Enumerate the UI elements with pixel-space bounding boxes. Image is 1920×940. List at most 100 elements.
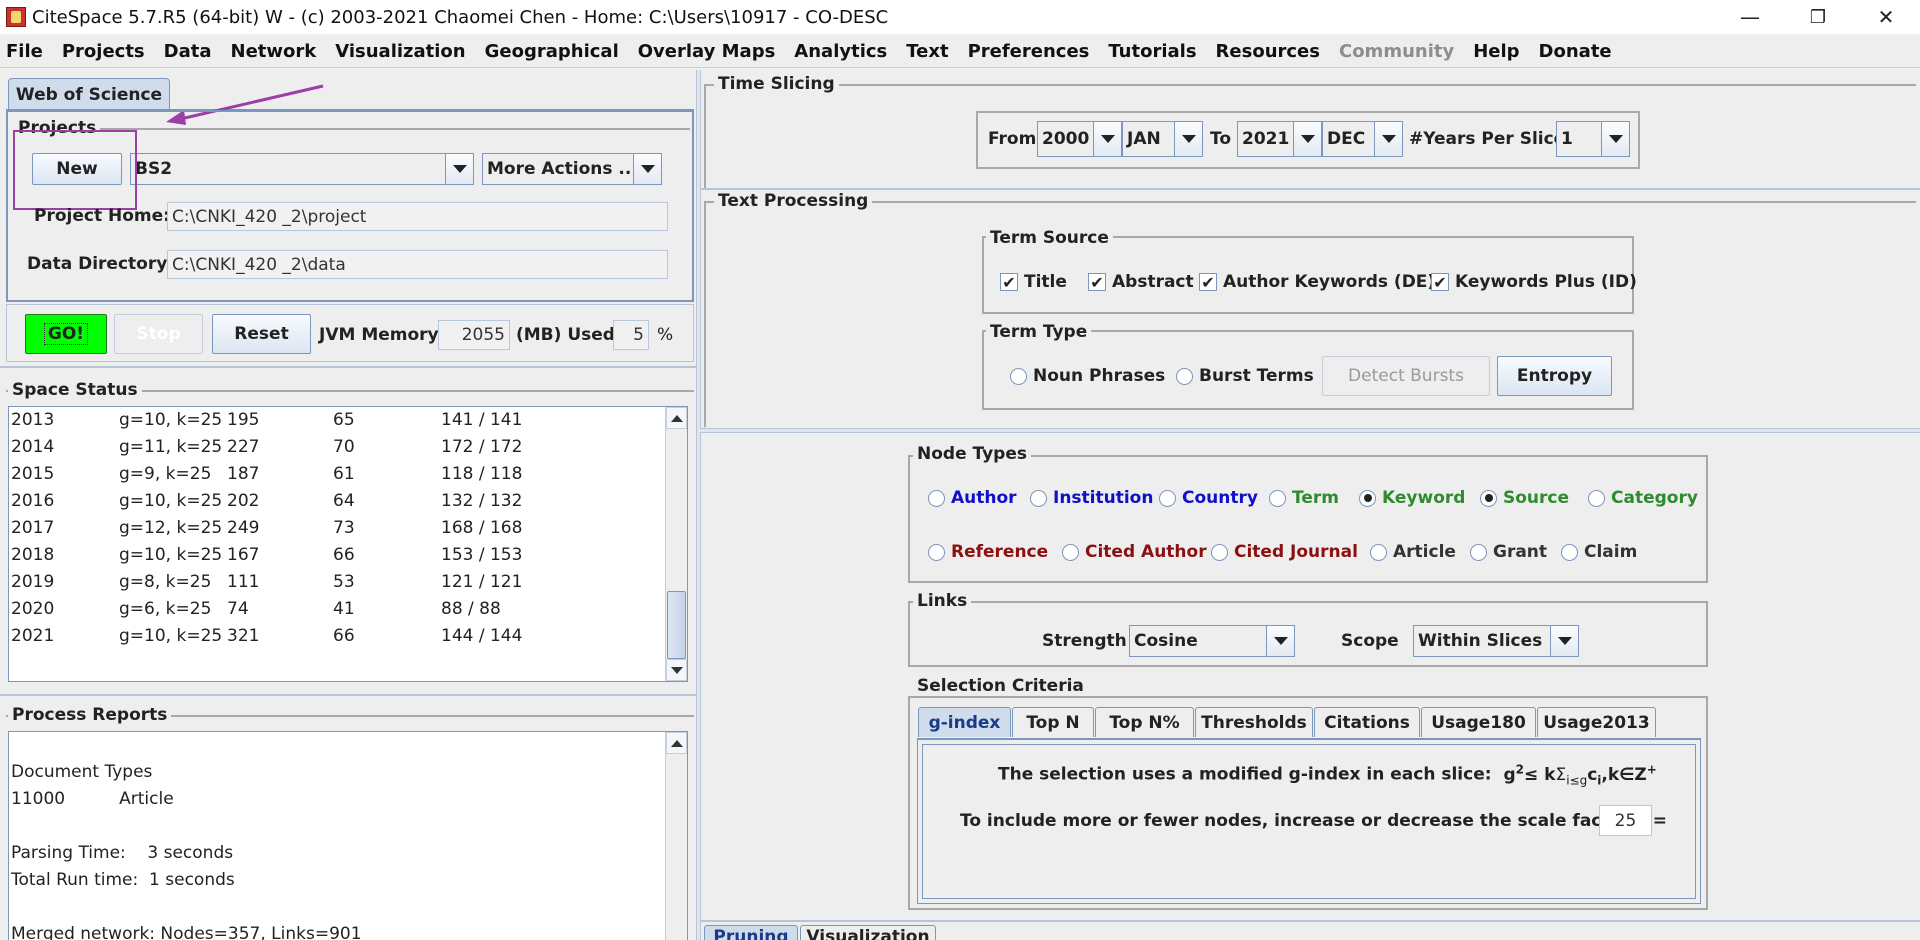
- menu-visualization[interactable]: Visualization: [335, 41, 465, 62]
- radio-icon: [1370, 543, 1387, 561]
- menu-text[interactable]: Text: [906, 41, 948, 62]
- formula-sup2: 2: [1515, 762, 1524, 776]
- tab-citations[interactable]: Citations: [1314, 707, 1420, 737]
- space-status-row[interactable]: 2017 g=12, k=25 249 73 168 / 168: [9, 515, 687, 542]
- node-type-country[interactable]: Country: [1159, 488, 1258, 508]
- tab-thresholds[interactable]: Thresholds: [1195, 707, 1313, 737]
- tab-usage2013[interactable]: Usage2013: [1537, 707, 1656, 737]
- menu-network[interactable]: Network: [231, 41, 317, 62]
- menu-preferences[interactable]: Preferences: [968, 41, 1090, 62]
- horizontal-split-divider[interactable]: [700, 428, 1920, 433]
- menu-data[interactable]: Data: [164, 41, 212, 62]
- space-status-scrollbar[interactable]: [665, 407, 687, 681]
- node-type-author[interactable]: Author: [928, 488, 1017, 508]
- node-type-category[interactable]: Category: [1588, 488, 1698, 508]
- space-status-row[interactable]: 2020 g=6, k=25 74 41 88 / 88: [9, 596, 687, 623]
- term-source-keywords-plus-id[interactable]: ✔ Keywords Plus (ID): [1431, 272, 1637, 292]
- space-status-list[interactable]: 2013 g=10, k=25 195 65 141 / 141 2014 g=11, k=…: [8, 406, 688, 682]
- term-source-title[interactable]: ✔ Title: [1000, 272, 1067, 292]
- menu-resources[interactable]: Resources: [1216, 41, 1320, 62]
- from-month-select[interactable]: JAN: [1122, 121, 1203, 157]
- space-status-row[interactable]: 2019 g=8, k=25 111 53 121 / 121: [9, 569, 687, 596]
- node-type-label: Claim: [1584, 542, 1638, 562]
- node-type-article[interactable]: Article: [1370, 542, 1456, 562]
- detect-bursts-button[interactable]: Detect Bursts: [1322, 356, 1490, 396]
- tab-top-n[interactable]: Top N: [1012, 707, 1094, 737]
- space-status-row[interactable]: 2016 g=10, k=25 202 64 132 / 132: [9, 488, 687, 515]
- from-year-select[interactable]: 2000: [1037, 121, 1122, 157]
- node-type-reference[interactable]: Reference: [928, 542, 1048, 562]
- menu-help[interactable]: Help: [1473, 41, 1519, 62]
- node-type-institution[interactable]: Institution: [1030, 488, 1153, 508]
- scope-select[interactable]: Within Slices: [1413, 625, 1579, 657]
- burst-terms-radio[interactable]: Burst Terms: [1176, 366, 1314, 386]
- space-status-cell: 227: [227, 437, 260, 457]
- close-button[interactable]: ✕: [1852, 0, 1920, 34]
- tab-visualization[interactable]: Visualization: [800, 925, 936, 940]
- menu-donate[interactable]: Donate: [1539, 41, 1612, 62]
- tab-top-n[interactable]: Top N%: [1095, 707, 1194, 737]
- process-reports-scrollbar[interactable]: [665, 732, 687, 940]
- radio-icon: [1359, 489, 1376, 507]
- node-type-label: Reference: [951, 542, 1049, 562]
- radio-icon: [1159, 489, 1176, 507]
- menu-analytics[interactable]: Analytics: [794, 41, 887, 62]
- scroll-up-icon[interactable]: [666, 407, 687, 429]
- term-source-abstract[interactable]: ✔ Abstract: [1088, 272, 1194, 292]
- go-button[interactable]: GO!: [25, 314, 107, 354]
- space-status-row[interactable]: 2018 g=10, k=25 167 66 153 / 153: [9, 542, 687, 569]
- entropy-button[interactable]: Entropy: [1497, 356, 1612, 396]
- node-type-cited-journal[interactable]: Cited Journal: [1211, 542, 1358, 562]
- checkbox-checked-icon: ✔: [1431, 273, 1449, 292]
- menu-overlay-maps[interactable]: Overlay Maps: [638, 41, 776, 62]
- radio-icon: [1211, 543, 1228, 561]
- process-reports-text[interactable]: Document Types 11000 Article Parsing Time:…: [8, 731, 688, 940]
- node-type-term[interactable]: Term: [1269, 488, 1339, 508]
- node-type-grant[interactable]: Grant: [1470, 542, 1547, 562]
- space-status-row[interactable]: 2014 g=11, k=25 227 70 172 / 172: [9, 434, 687, 461]
- text-processing-border: [704, 201, 1916, 203]
- menu-geographical[interactable]: Geographical: [485, 41, 619, 62]
- chevron-down-icon: [1174, 122, 1202, 156]
- split-pane-divider[interactable]: [696, 70, 701, 940]
- node-type-claim[interactable]: Claim: [1561, 542, 1637, 562]
- menu-projects[interactable]: Projects: [62, 41, 145, 62]
- node-type-source[interactable]: Source: [1480, 488, 1569, 508]
- stop-button[interactable]: Stop: [114, 314, 203, 354]
- tab-g-index[interactable]: g-index: [918, 707, 1011, 737]
- space-status-cell: 61: [333, 464, 355, 484]
- space-status-row[interactable]: 2013 g=10, k=25 195 65 141 / 141: [9, 407, 687, 434]
- menu-tutorials[interactable]: Tutorials: [1108, 41, 1196, 62]
- node-type-cited-author[interactable]: Cited Author: [1062, 542, 1207, 562]
- node-type-keyword[interactable]: Keyword: [1359, 488, 1465, 508]
- tab-usage180[interactable]: Usage180: [1421, 707, 1536, 737]
- noun-phrases-radio[interactable]: Noun Phrases: [1010, 366, 1165, 386]
- space-status-cell: 2020: [11, 599, 55, 619]
- menu-file[interactable]: File: [6, 41, 43, 62]
- minimize-button[interactable]: —: [1716, 0, 1784, 34]
- term-source-author-keywords-de[interactable]: ✔ Author Keywords (DE): [1199, 272, 1435, 292]
- menu-community[interactable]: Community: [1339, 41, 1454, 62]
- reset-button[interactable]: Reset: [212, 314, 311, 354]
- scroll-thumb[interactable]: [667, 591, 686, 659]
- scroll-up-icon[interactable]: [666, 732, 687, 754]
- formula-g: g: [1503, 764, 1516, 785]
- node-type-label: Grant: [1493, 542, 1548, 562]
- tab-web-of-science[interactable]: Web of Science: [8, 78, 170, 110]
- space-status-cell: 66: [333, 626, 355, 646]
- scroll-down-icon[interactable]: [666, 659, 687, 681]
- years-per-slice-select[interactable]: 1: [1556, 121, 1630, 157]
- space-status-cell: 2018: [11, 545, 55, 565]
- strength-select[interactable]: Cosine: [1129, 625, 1295, 657]
- space-status-cell: g=6, k=25: [119, 599, 212, 619]
- scale-factor-k-input[interactable]: 25: [1599, 805, 1652, 836]
- maximize-button[interactable]: ❐: [1784, 0, 1852, 34]
- space-status-row[interactable]: 2021 g=10, k=25 321 66 144 / 144: [9, 623, 687, 650]
- checkbox-checked-icon: ✔: [1088, 273, 1106, 292]
- to-year-select[interactable]: 2021: [1237, 121, 1322, 157]
- space-status-row[interactable]: 2015 g=9, k=25 187 61 118 / 118: [9, 461, 687, 488]
- chevron-down-icon: [1550, 626, 1578, 656]
- to-month-select[interactable]: DEC: [1322, 121, 1403, 157]
- g-index-description: The selection uses a modified g-index in…: [998, 762, 1657, 787]
- tab-pruning[interactable]: Pruning: [704, 925, 798, 940]
